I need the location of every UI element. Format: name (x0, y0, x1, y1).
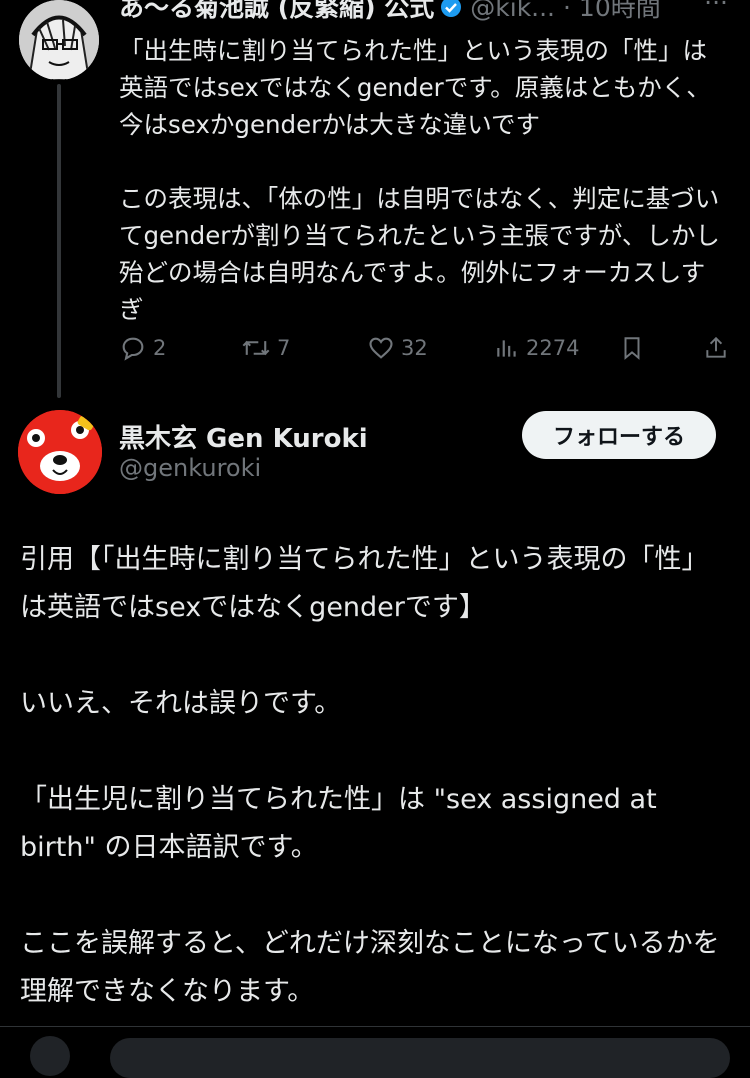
reply-button[interactable]: 2 (119, 334, 166, 362)
reply-input-placeholder[interactable] (110, 1038, 730, 1078)
parent-avatar[interactable] (19, 0, 99, 80)
like-button[interactable]: 32 (367, 334, 428, 362)
parent-tweet-header: あ～る菊池誠 (反緊縮) 公式 @kik... · 10時間 ··· (119, 0, 750, 22)
analytics-icon (497, 340, 516, 357)
main-paragraph-quote: 引用【「出生時に割り当てられた性」という表現の「性」は英語ではsexではなくge… (20, 544, 709, 623)
main-paragraph-2: いいえ、それは誤りです。 (20, 688, 342, 719)
like-count: 32 (401, 336, 428, 360)
thread-connector-line (57, 84, 61, 398)
verified-badge-icon (440, 0, 462, 22)
bookmark-icon (624, 337, 640, 360)
main-paragraph-4: ここを誤解すると、どれだけ深刻なことになっているかを理解できなくなります。 (20, 928, 720, 1007)
manga-portrait-icon (19, 0, 99, 80)
more-options-icon[interactable]: ··· (704, 0, 728, 17)
parent-paragraph-1: 「出生時に割り当てられた性」という表現の「性」は英語ではsexではなくgende… (119, 36, 711, 139)
main-handle[interactable]: @genkuroki (119, 454, 261, 482)
repost-icon (242, 340, 270, 356)
repost-count: 7 (277, 336, 291, 360)
heart-icon (369, 337, 393, 359)
main-avatar[interactable] (18, 410, 102, 494)
reply-icon (122, 337, 144, 361)
divider (0, 1026, 750, 1027)
views-button[interactable]: 2274 (494, 334, 579, 362)
parent-paragraph-2: この表現は、「体の性」は自明ではなく、判定に基づいてgenderが割り当てられた… (119, 184, 720, 324)
parent-action-bar: 2 7 32 2274 (119, 334, 731, 368)
share-button[interactable] (703, 334, 729, 362)
main-author-name[interactable]: 黒木玄 Gen Kuroki (119, 418, 368, 455)
parent-tweet-text: 「出生時に割り当てられた性」という表現の「性」は英語ではsexではなくgende… (119, 32, 729, 328)
main-tweet-text: 引用【「出生時に割り当てられた性」という表現の「性」は英語ではsexではなくge… (20, 536, 734, 1016)
view-count: 2274 (526, 336, 580, 360)
parent-handle[interactable]: @kik... (470, 0, 555, 22)
bookmark-button[interactable] (619, 334, 645, 362)
bear-mascot-icon (18, 410, 102, 494)
repost-button[interactable]: 7 (241, 334, 290, 362)
reply-avatar-placeholder (30, 1036, 70, 1076)
reply-count: 2 (153, 336, 167, 360)
follow-button[interactable]: フォローする (522, 411, 716, 459)
main-paragraph-3: 「出生児に割り当てられた性」は "sex assigned at birth" … (20, 784, 657, 863)
parent-author-name[interactable]: あ～る菊池誠 (反緊縮) 公式 (119, 0, 434, 22)
parent-timestamp[interactable]: · 10時間 (563, 0, 661, 22)
share-icon (706, 336, 726, 358)
